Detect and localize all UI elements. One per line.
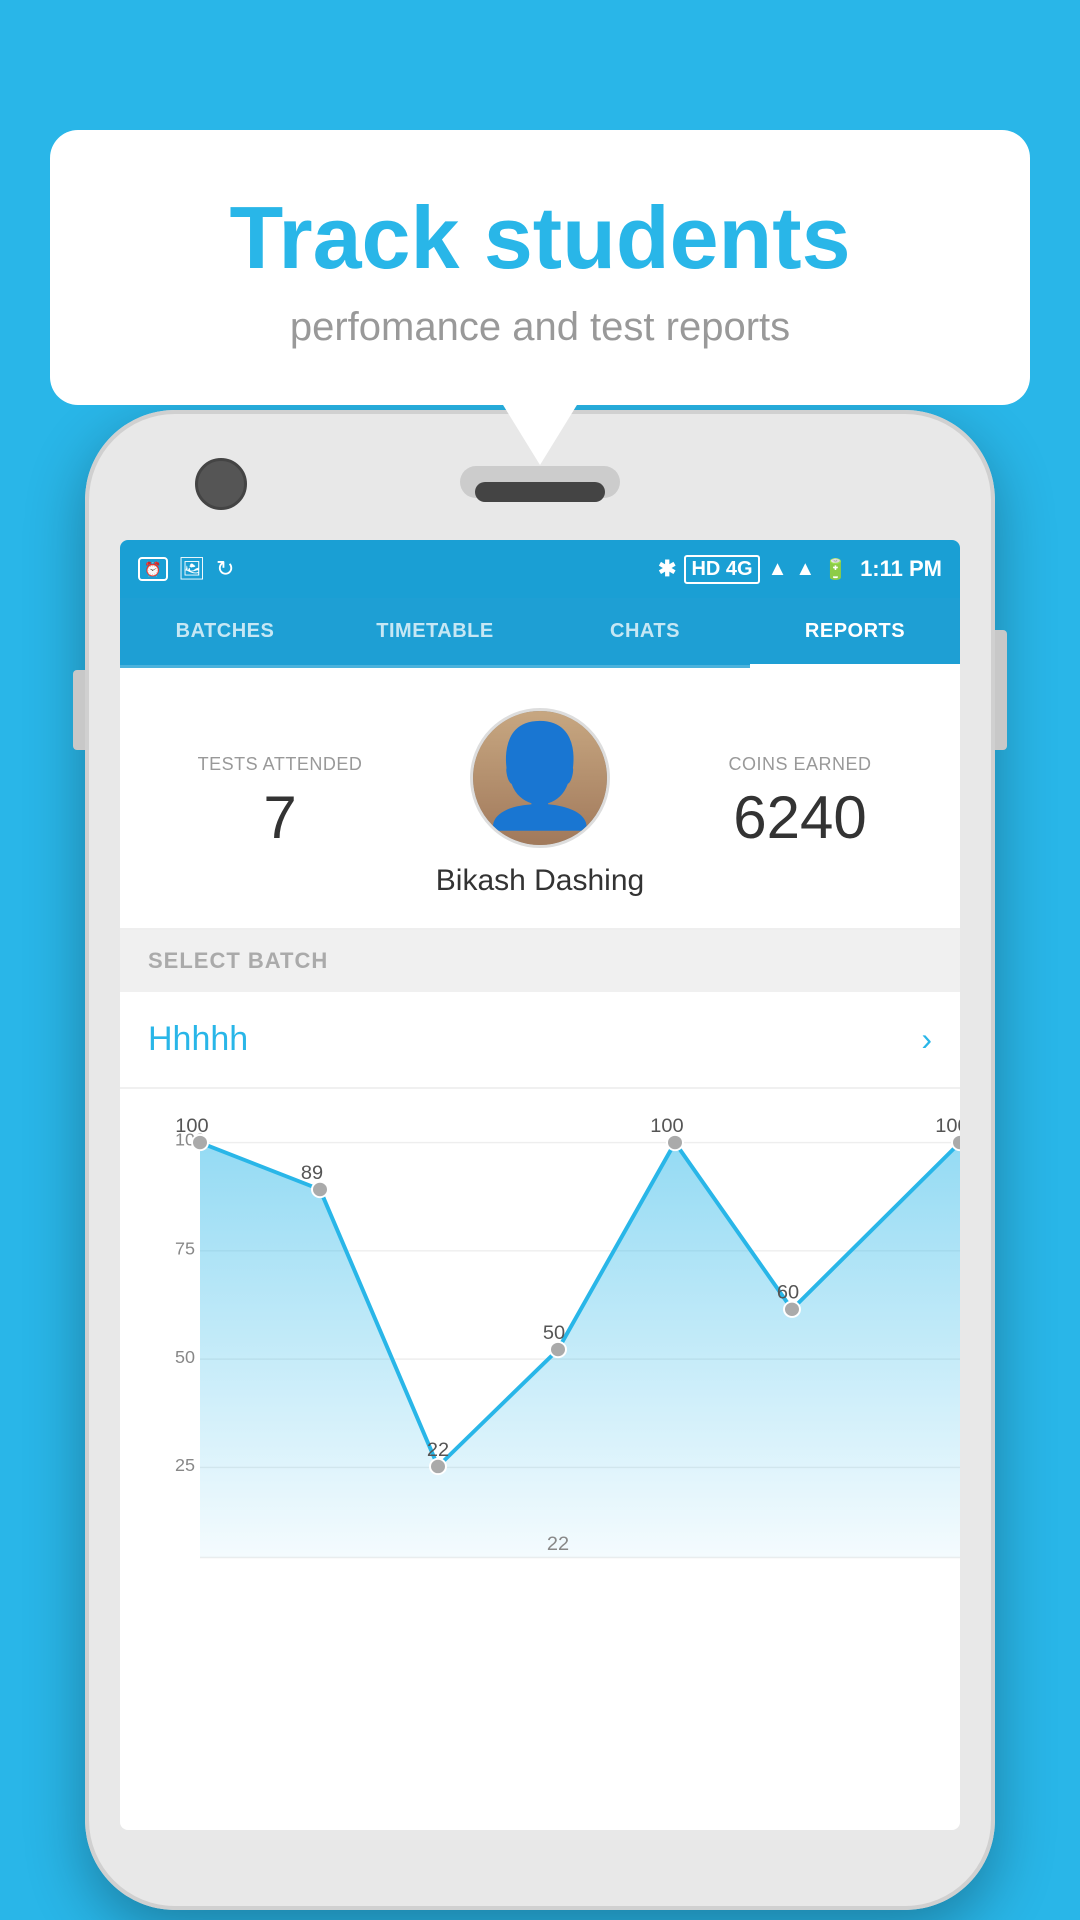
- battery-icon: 🔋: [823, 557, 848, 582]
- avatar-block: Bikash Dashing: [410, 708, 670, 898]
- tab-timetable[interactable]: TIMETABLE: [330, 598, 540, 665]
- svg-text:22: 22: [547, 1533, 569, 1555]
- user-name: Bikash Dashing: [436, 864, 644, 898]
- tab-batches[interactable]: BATCHES: [120, 598, 330, 665]
- chevron-right-icon: ›: [921, 1021, 932, 1058]
- svg-text:60: 60: [777, 1282, 799, 1304]
- tab-reports[interactable]: REPORTS: [750, 598, 960, 665]
- chart-point-4: [667, 1135, 683, 1150]
- coins-earned-value: 6240: [670, 783, 930, 852]
- phone-frame: ⏰ 🖼 ↻ ✱ HD 4G ▲ ▲ 🔋 1:11 PM BATCHES TIME…: [85, 410, 995, 1910]
- chart-point-2: [430, 1459, 446, 1474]
- svg-text:100: 100: [175, 1115, 208, 1137]
- status-icons-left: ⏰ 🖼 ↻: [138, 556, 234, 582]
- speech-bubble-container: Track students perfomance and test repor…: [50, 130, 1030, 405]
- sync-icon: ↻: [216, 556, 234, 582]
- speech-bubble: Track students perfomance and test repor…: [50, 130, 1030, 405]
- chart-area: 100 75 50 25: [120, 1089, 960, 1569]
- chart-point-5: [784, 1302, 800, 1317]
- alarm-icon: ⏰: [138, 557, 168, 581]
- select-batch-label: SELECT BATCH: [148, 948, 932, 974]
- batch-name: Hhhhh: [148, 1020, 248, 1059]
- svg-text:50: 50: [543, 1322, 565, 1344]
- bluetooth-icon: ✱: [658, 556, 676, 582]
- phone-button-right: [995, 630, 1007, 750]
- chart-point-0: [192, 1135, 208, 1150]
- svg-text:50: 50: [175, 1347, 195, 1367]
- network-label: HD 4G: [684, 555, 759, 584]
- svg-text:75: 75: [175, 1239, 195, 1259]
- phone-button-left: [73, 670, 85, 750]
- chart-point-3: [550, 1342, 566, 1357]
- coins-earned-block: COINS EARNED 6240: [670, 754, 930, 852]
- chart-point-1: [312, 1182, 328, 1197]
- chart-fill: [200, 1143, 960, 1558]
- performance-chart: 100 75 50 25: [120, 1109, 960, 1569]
- phone-earpiece: [475, 482, 605, 502]
- status-icons-right: ✱ HD 4G ▲ ▲ 🔋 1:11 PM: [658, 555, 942, 584]
- signal-icon-1: ▲: [768, 558, 788, 581]
- svg-text:100: 100: [650, 1115, 683, 1137]
- avatar-face: [473, 708, 607, 848]
- status-bar: ⏰ 🖼 ↻ ✱ HD 4G ▲ ▲ 🔋 1:11 PM: [120, 540, 960, 598]
- bubble-title: Track students: [120, 190, 960, 287]
- chart-point-6: [952, 1135, 960, 1150]
- image-icon: 🖼: [178, 556, 206, 582]
- tests-attended-label: TESTS ATTENDED: [150, 754, 410, 775]
- avatar: [470, 708, 610, 848]
- phone-camera: [195, 458, 247, 510]
- tab-chats[interactable]: CHATS: [540, 598, 750, 665]
- status-time: 1:11 PM: [860, 556, 942, 582]
- tests-attended-value: 7: [150, 783, 410, 852]
- signal-icon-2: ▲: [795, 558, 815, 581]
- profile-section: TESTS ATTENDED 7 Bikash Dashing COINS EA…: [120, 668, 960, 930]
- coins-earned-label: COINS EARNED: [670, 754, 930, 775]
- select-batch-header: SELECT BATCH: [120, 930, 960, 992]
- nav-tabs: BATCHES TIMETABLE CHATS REPORTS: [120, 598, 960, 668]
- bubble-subtitle: perfomance and test reports: [120, 305, 960, 350]
- tests-attended-block: TESTS ATTENDED 7: [150, 754, 410, 852]
- batch-row[interactable]: Hhhhh ›: [120, 992, 960, 1089]
- svg-text:25: 25: [175, 1456, 195, 1476]
- svg-text:100: 100: [935, 1115, 960, 1137]
- phone-screen: ⏰ 🖼 ↻ ✱ HD 4G ▲ ▲ 🔋 1:11 PM BATCHES TIME…: [120, 540, 960, 1830]
- svg-text:22: 22: [427, 1439, 449, 1461]
- svg-text:89: 89: [301, 1162, 323, 1184]
